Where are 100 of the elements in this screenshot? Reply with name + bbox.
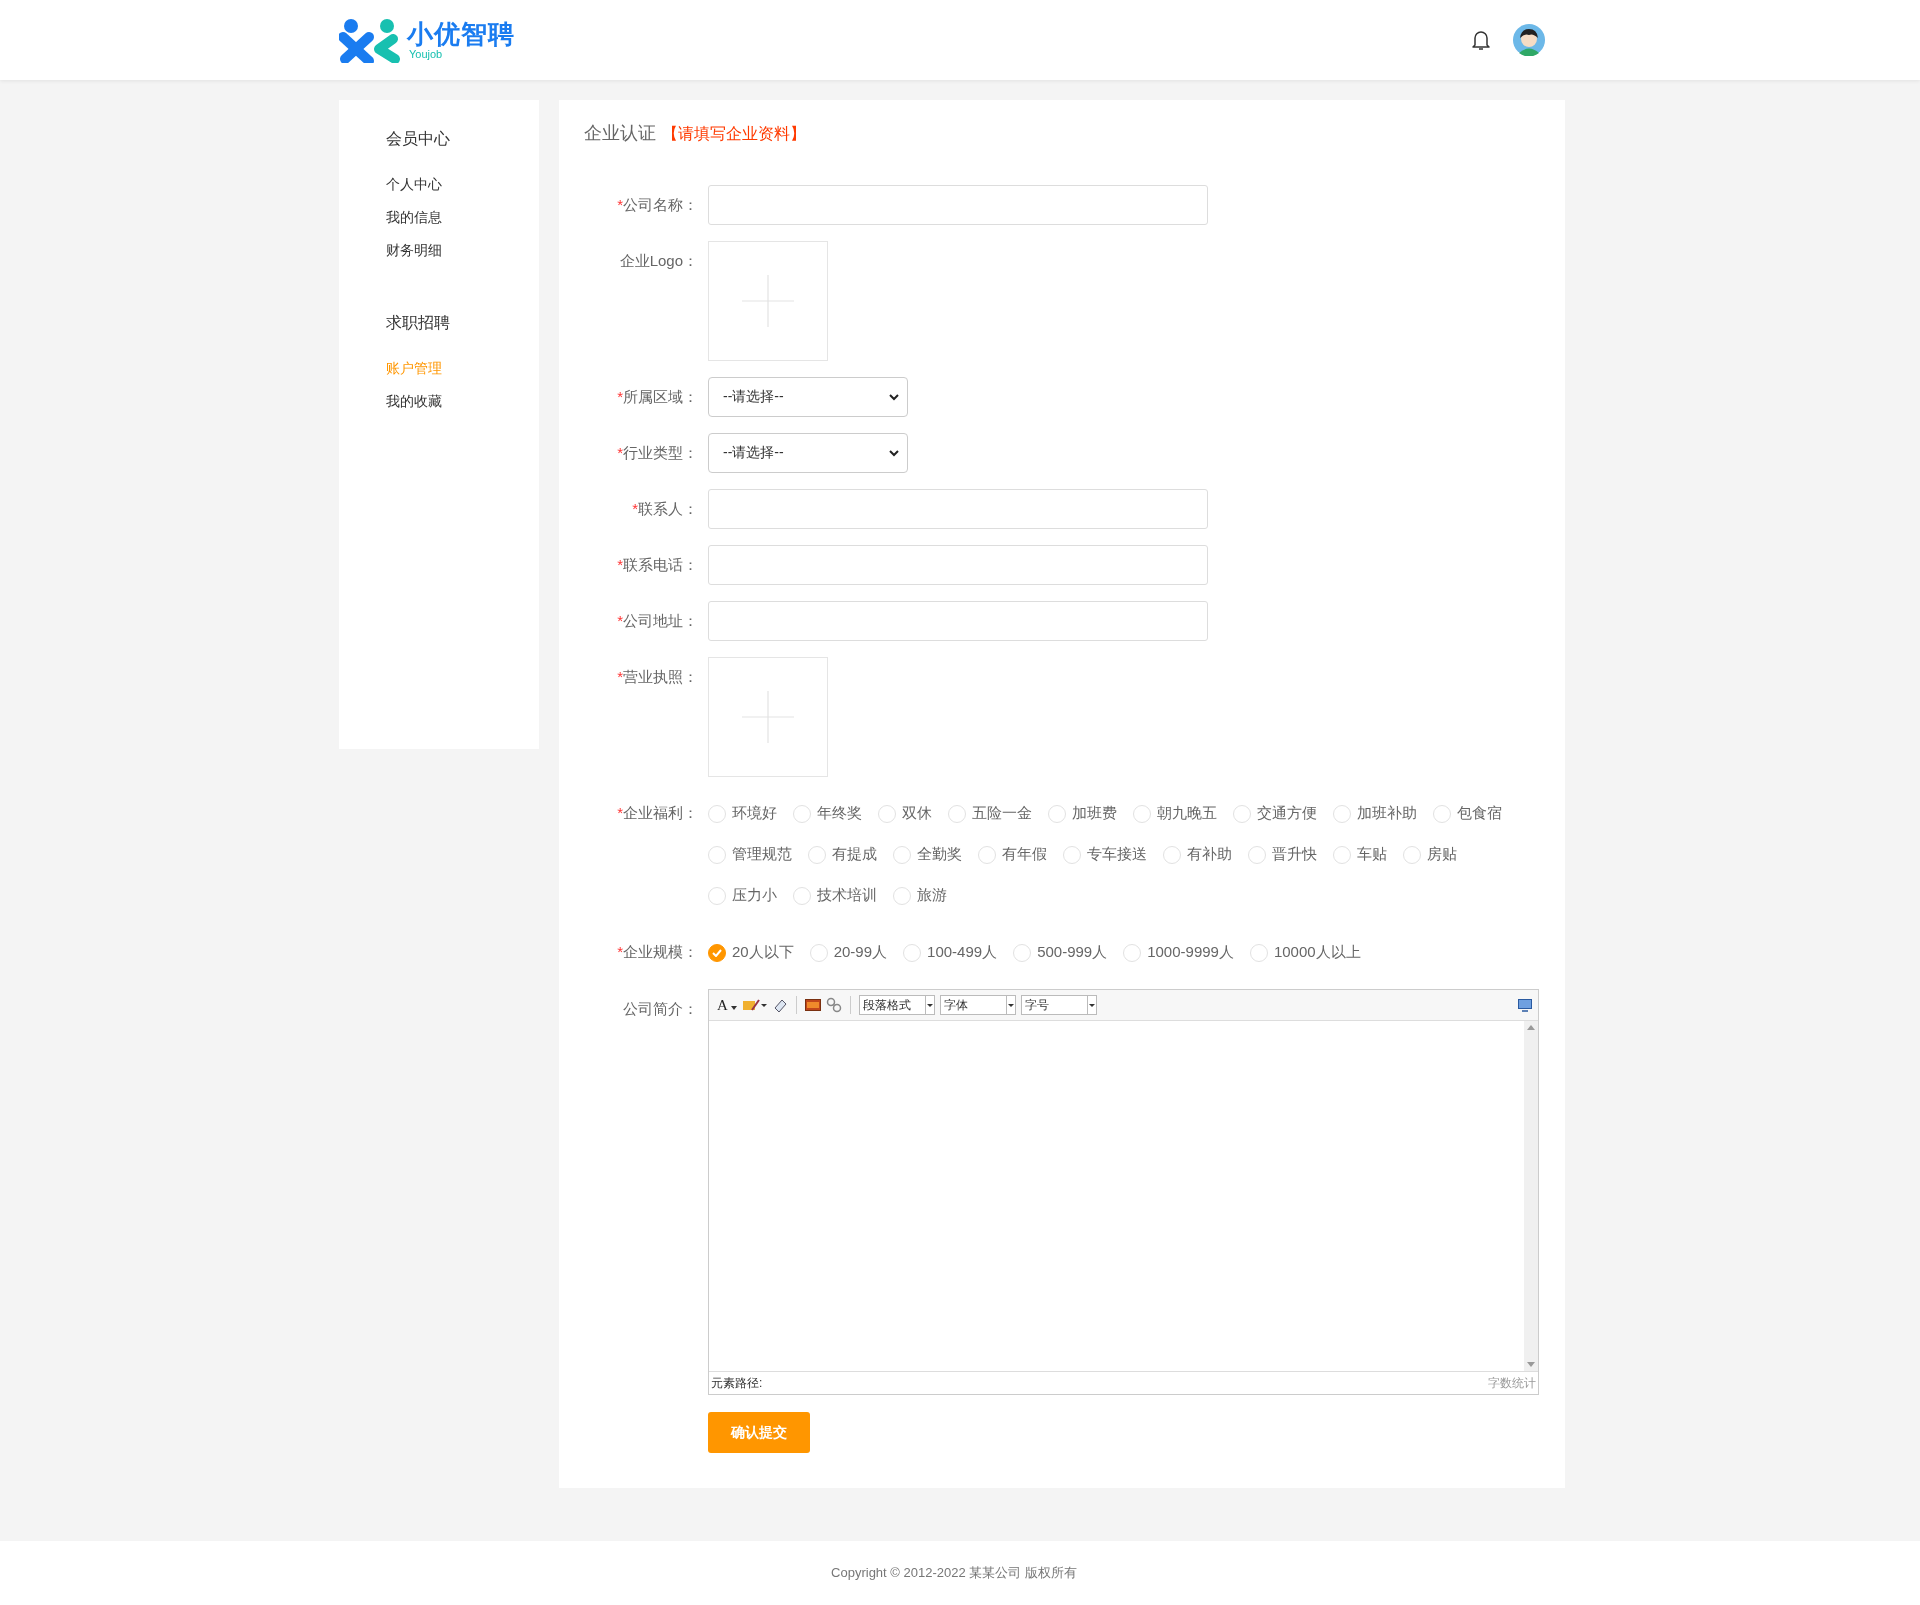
select-field[interactable]: --请选择-- xyxy=(708,433,908,473)
logo-subtext: Youjob xyxy=(409,48,444,60)
checkbox[interactable] xyxy=(708,886,726,905)
option-label[interactable]: 技术培训 xyxy=(817,886,877,905)
option-label[interactable]: 20人以下 xyxy=(732,943,794,962)
checkbox[interactable] xyxy=(1333,845,1351,864)
image-icon[interactable] xyxy=(804,999,821,1011)
select-field[interactable]: --请选择-- xyxy=(708,377,908,417)
checkbox[interactable] xyxy=(708,804,726,823)
rich-text-editor[interactable]: A 段落格式 字体 字号 元素路径: 字数统计 xyxy=(708,989,1539,1395)
logo-text: 小优智聘 xyxy=(407,20,515,48)
field-label: 行业类型： xyxy=(623,444,698,461)
toolbar-dropdown[interactable]: 字体 xyxy=(939,995,1016,1015)
copyright-text: Copyright © 2012-2022 某某公司 版权所有 xyxy=(831,1564,1077,1582)
option-label[interactable]: 20-99人 xyxy=(833,943,888,962)
sidebar-item[interactable]: 我的收藏 xyxy=(386,391,442,411)
text-field[interactable] xyxy=(708,545,1208,585)
sidebar-heading: 求职招聘 xyxy=(386,313,451,333)
option-label[interactable]: 年终奖 xyxy=(817,804,862,823)
element-path-label: 元素路径: xyxy=(711,1374,763,1392)
checkbox[interactable] xyxy=(708,845,726,864)
option-label[interactable]: 管理规范 xyxy=(732,845,792,864)
option-label[interactable]: 有提成 xyxy=(832,845,877,864)
field-label: 所属区域： xyxy=(623,388,698,405)
checkbox[interactable] xyxy=(808,845,826,864)
checkbox[interactable] xyxy=(1048,804,1066,823)
logo-icon xyxy=(339,17,401,63)
checkbox[interactable] xyxy=(1403,845,1421,864)
field-label: 企业福利： xyxy=(623,804,698,821)
checkbox[interactable] xyxy=(948,804,966,823)
checkbox[interactable] xyxy=(1433,804,1451,823)
option-label[interactable]: 环境好 xyxy=(732,804,777,823)
checkbox[interactable] xyxy=(978,845,996,864)
scroll-down-icon xyxy=(1527,1362,1535,1367)
sidebar-heading: 会员中心 xyxy=(386,129,451,149)
text-field[interactable] xyxy=(708,489,1208,529)
option-label[interactable]: 500-999人 xyxy=(1037,943,1108,962)
option-label[interactable]: 房贴 xyxy=(1427,845,1457,864)
required-mark: * xyxy=(617,612,623,629)
highlighter-icon[interactable] xyxy=(742,997,767,1013)
required-mark: * xyxy=(617,556,623,573)
upload-box[interactable] xyxy=(708,657,828,777)
caret-icon xyxy=(730,1005,737,1010)
checkbox[interactable] xyxy=(1163,845,1181,864)
sidebar-item[interactable]: 我的信息 xyxy=(386,207,442,227)
option-label[interactable]: 有年假 xyxy=(1002,845,1047,864)
option-label[interactable]: 交通方便 xyxy=(1257,804,1317,823)
option-label[interactable]: 加班补助 xyxy=(1357,804,1417,823)
field-label: 公司简介： xyxy=(623,1000,698,1017)
checkbox[interactable] xyxy=(793,804,811,823)
option-label[interactable]: 1000-9999人 xyxy=(1147,943,1234,962)
checkbox[interactable] xyxy=(1233,804,1251,823)
option-label[interactable]: 包食宿 xyxy=(1457,804,1502,823)
caret-icon xyxy=(926,1003,933,1007)
field-label: 公司地址： xyxy=(623,612,698,629)
checkbox[interactable] xyxy=(1063,845,1081,864)
text-field[interactable] xyxy=(708,601,1208,641)
bell-icon[interactable] xyxy=(1471,29,1491,51)
field-label: 营业执照： xyxy=(623,668,698,685)
checkbox[interactable] xyxy=(893,845,911,864)
check-icon xyxy=(712,948,722,957)
form-title: 企业认证 xyxy=(584,122,656,145)
fullscreen-icon[interactable] xyxy=(1518,998,1532,1012)
chevron-down-icon xyxy=(889,393,899,401)
upload-box[interactable] xyxy=(708,241,828,361)
checkbox[interactable] xyxy=(878,804,896,823)
caret-icon xyxy=(1088,1003,1095,1007)
sidebar-item[interactable]: 个人中心 xyxy=(386,174,442,194)
option-label[interactable]: 10000人以上 xyxy=(1273,943,1361,962)
field-label: 联系电话： xyxy=(623,556,698,573)
option-label[interactable]: 有补助 xyxy=(1187,845,1232,864)
chevron-down-icon xyxy=(889,449,899,457)
scroll-up-icon xyxy=(1527,1025,1535,1030)
option-label[interactable]: 加班费 xyxy=(1072,804,1117,823)
option-label[interactable]: 压力小 xyxy=(732,886,777,905)
option-label[interactable]: 车贴 xyxy=(1357,845,1387,864)
toolbar-dropdown[interactable]: 字号 xyxy=(1020,995,1097,1015)
font-color-button[interactable]: A xyxy=(715,996,738,1014)
checkbox[interactable] xyxy=(793,886,811,905)
text-field[interactable] xyxy=(708,185,1208,225)
option-label[interactable]: 专车接送 xyxy=(1087,845,1147,864)
option-label[interactable]: 朝九晚五 xyxy=(1157,804,1217,823)
checkbox[interactable] xyxy=(1133,804,1151,823)
option-label[interactable]: 晋升快 xyxy=(1272,845,1317,864)
option-label[interactable]: 五险一金 xyxy=(972,804,1032,823)
required-mark: * xyxy=(632,500,638,517)
option-label[interactable]: 双休 xyxy=(902,804,932,823)
checkbox[interactable] xyxy=(893,886,911,905)
sidebar-item[interactable]: 财务明细 xyxy=(386,240,442,260)
option-label[interactable]: 全勤奖 xyxy=(917,845,962,864)
required-mark: * xyxy=(617,943,623,960)
radio-button[interactable] xyxy=(708,943,726,962)
checkbox[interactable] xyxy=(1248,845,1266,864)
avatar[interactable] xyxy=(1513,24,1545,56)
option-label[interactable]: 旅游 xyxy=(917,886,947,905)
option-label[interactable]: 100-499人 xyxy=(927,943,998,962)
form-subtitle: 【请填写企业资料】 xyxy=(662,124,806,144)
toolbar-dropdown[interactable]: 段落格式 xyxy=(858,995,935,1015)
field-label: 企业Logo： xyxy=(619,252,698,269)
checkbox[interactable] xyxy=(1333,804,1351,823)
